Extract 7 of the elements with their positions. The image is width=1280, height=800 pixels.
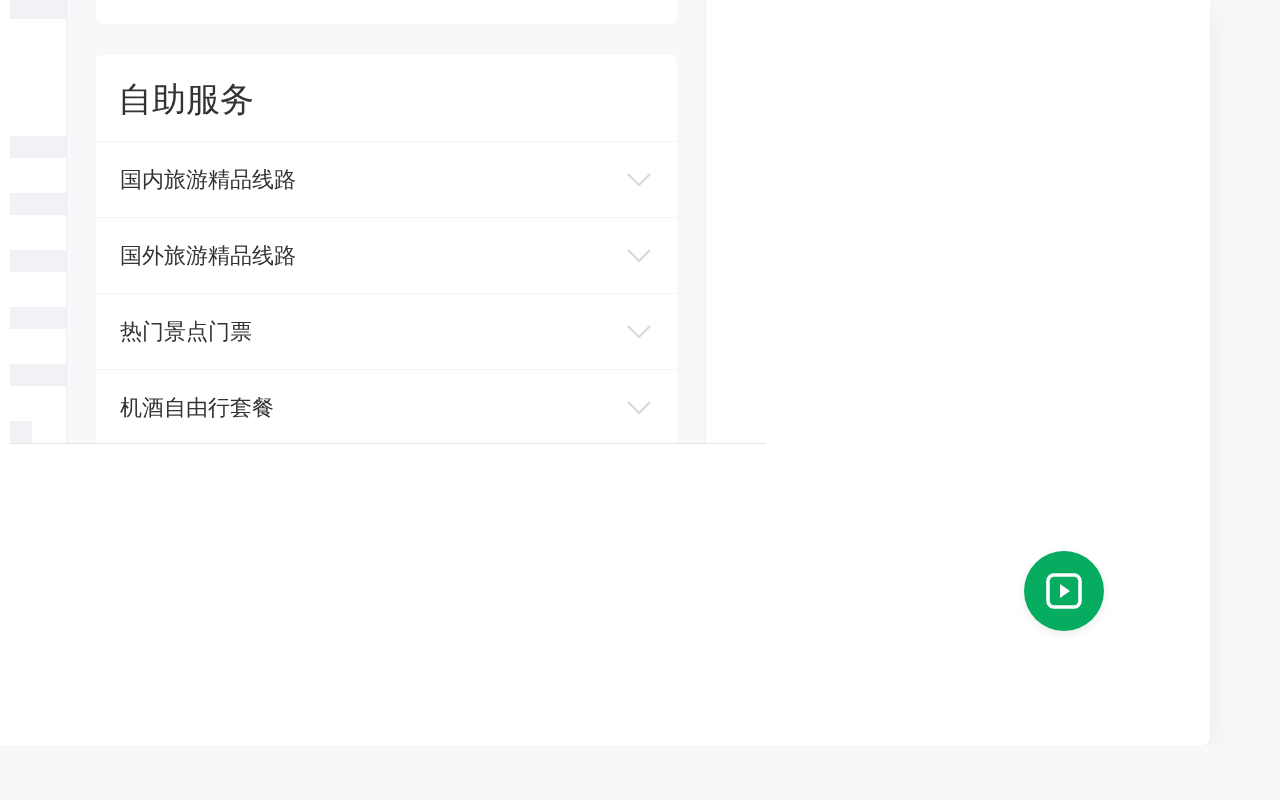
accordion-item[interactable]: 热门景点门票 [96,294,677,370]
play-icon [1046,573,1082,609]
accordion-item[interactable]: 国内旅游精品线路 [96,142,677,218]
accordion-item[interactable]: 国外旅游精品线路 [96,218,677,294]
card-title: 自助服务 [96,55,677,142]
accordion-item[interactable]: 机酒自由行套餐 [96,370,677,443]
skeleton-bar [10,421,32,443]
